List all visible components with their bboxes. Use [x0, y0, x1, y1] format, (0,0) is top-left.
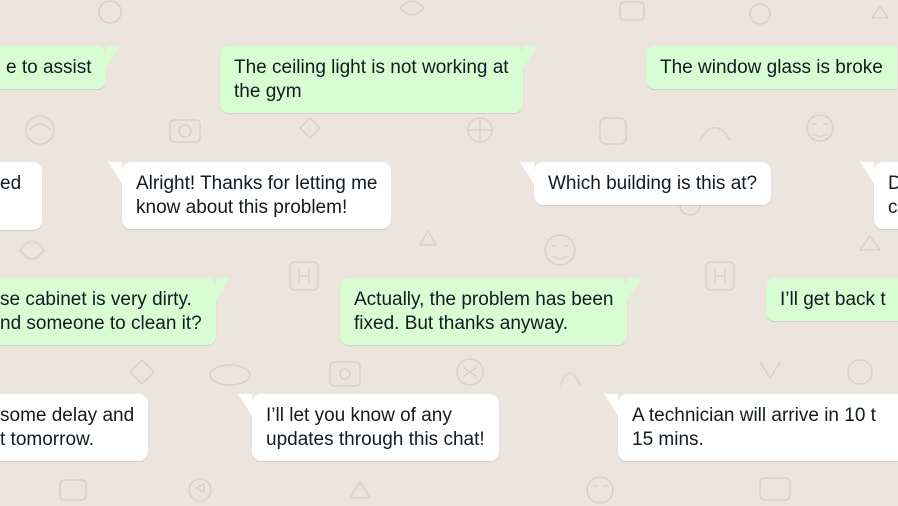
bubble-tail: [604, 394, 618, 416]
message-text: nd someone to clean it?: [0, 313, 202, 334]
bubble-tail: [215, 278, 230, 300]
message-bubble-outgoing[interactable]: se cabinet is very dirty. nd someone to …: [0, 278, 230, 345]
message-text: the gym: [234, 81, 302, 102]
message-bubble-outgoing[interactable]: Actually, the problem has been fixed. Bu…: [340, 278, 642, 345]
message-text: know about this problem!: [136, 197, 348, 218]
bubble-tail: [860, 162, 874, 184]
message-bubble-outgoing[interactable]: I’ll get back t: [766, 278, 898, 321]
message-text: se cabinet is very dirty.: [0, 289, 192, 310]
message-bubble-incoming[interactable]: I’ll let you know of any updates through…: [238, 394, 499, 461]
message-bubble-incoming[interactable]: A technician will arrive in 10 t 15 mins…: [618, 394, 898, 461]
message-text: 15 mins.: [632, 429, 704, 450]
message-text: I’ll get back t: [780, 289, 886, 310]
bubble-tail: [105, 46, 120, 68]
bubble-tail: [627, 278, 642, 300]
message-text: The window glass is broke: [660, 57, 883, 78]
message-bubble-outgoing[interactable]: The ceiling light is not working at the …: [220, 46, 537, 113]
bubble-tail: [108, 162, 122, 184]
message-text: I’ll let you know of any: [266, 405, 452, 426]
message-text: t tomorrow.: [0, 429, 94, 450]
message-text: Which building is this at?: [548, 173, 758, 194]
message-text: Actually, the problem has been: [354, 289, 614, 310]
message-bubble-incoming[interactable]: some delay and t tomorrow.: [0, 394, 149, 461]
message-text: e to assist: [6, 57, 92, 78]
message-text: fixed. But thanks anyway.: [354, 313, 569, 334]
message-text: some delay and: [0, 405, 135, 426]
message-bubble-outgoing[interactable]: The window glass is broke: [646, 46, 897, 89]
message-text: Alright! Thanks for letting me: [136, 173, 378, 194]
message-bubble-incoming[interactable]: Alright! Thanks for letting me know abou…: [108, 162, 392, 229]
bubble-tail: [522, 46, 537, 68]
message-bubble-incoming[interactable]: Which building is this at?: [520, 162, 772, 205]
bubble-tail: [520, 162, 534, 184]
message-text: updates through this chat!: [266, 429, 485, 450]
message-text: A technician will arrive in 10 t: [632, 405, 876, 426]
message-text: ed: [0, 173, 22, 194]
bubble-tail: [238, 394, 252, 416]
message-bubble-incoming[interactable]: D c: [860, 162, 898, 229]
chat-wallpaper: e to assist The ceiling light is not wor…: [0, 0, 898, 506]
message-bubble-incoming[interactable]: ed: [0, 162, 42, 230]
message-text: The ceiling light is not working at: [234, 57, 509, 78]
message-bubble-outgoing[interactable]: e to assist: [0, 46, 120, 89]
